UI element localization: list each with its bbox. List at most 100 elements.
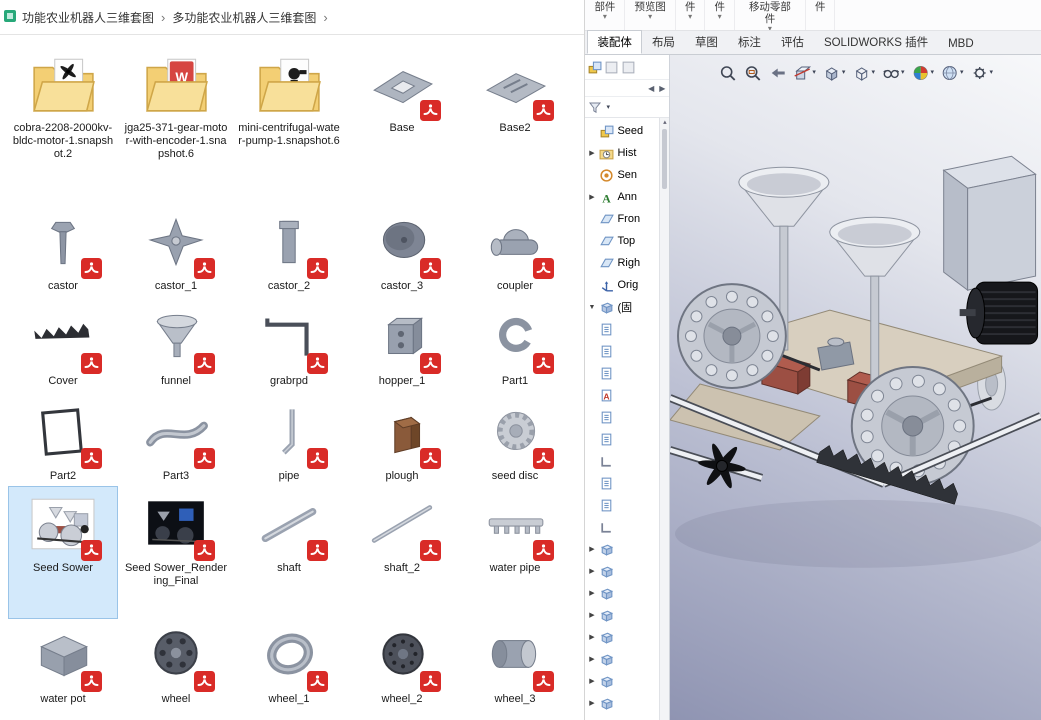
- section-view-icon[interactable]: ▾: [793, 64, 816, 82]
- tree-scrollbar[interactable]: ▴: [659, 118, 669, 720]
- file-item[interactable]: wheel_2: [348, 618, 456, 720]
- expander-icon[interactable]: ▶: [587, 655, 596, 663]
- tree-item[interactable]: [585, 318, 669, 340]
- expander-icon[interactable]: ▶: [587, 611, 596, 619]
- tree-item[interactable]: [585, 406, 669, 428]
- chevron-down-icon[interactable]: ▾: [606, 103, 610, 111]
- file-item[interactable]: hopper_1: [348, 300, 456, 395]
- tree-item[interactable]: [585, 450, 669, 472]
- zoom-area-icon[interactable]: [743, 64, 761, 82]
- ribbon-item-move-component[interactable]: 移动零部件▾: [735, 0, 806, 30]
- file-item[interactable]: plough: [348, 395, 456, 487]
- expander-icon[interactable]: ▶: [587, 545, 596, 553]
- tree-item[interactable]: [585, 340, 669, 362]
- file-item[interactable]: mini-centrifugal-water-pump-1.snapshot.6: [235, 47, 343, 205]
- expander-icon[interactable]: ▶: [587, 699, 596, 707]
- expander-icon[interactable]: ▶: [587, 567, 596, 575]
- tab-mbd[interactable]: MBD: [938, 34, 984, 54]
- property-manager-tab-icon[interactable]: [604, 60, 619, 75]
- file-item[interactable]: Base2: [461, 47, 569, 205]
- tree-item[interactable]: [585, 516, 669, 538]
- file-item[interactable]: Part1: [461, 300, 569, 395]
- hide-show-items-icon[interactable]: ▾: [882, 64, 905, 82]
- file-item[interactable]: Part3: [122, 395, 230, 487]
- file-item[interactable]: Cover: [9, 300, 117, 395]
- tab-sketch[interactable]: 草图: [685, 30, 728, 54]
- display-style-icon[interactable]: ▾: [852, 64, 875, 82]
- tree-item[interactable]: Righ: [585, 252, 669, 274]
- file-item[interactable]: water pot: [9, 618, 117, 720]
- tab-layout[interactable]: 布局: [642, 30, 685, 54]
- scroll-up-icon[interactable]: ▴: [660, 118, 669, 128]
- previous-view-icon[interactable]: [768, 64, 786, 82]
- ribbon-item-preview[interactable]: 预览图▾: [625, 0, 676, 30]
- file-item[interactable]: castor_1: [122, 205, 230, 300]
- file-item[interactable]: cobra-2208-2000kv-bldc-motor-1.snapshot.…: [9, 47, 117, 205]
- file-item[interactable]: Seed Sower_Rendering_Final: [122, 487, 230, 618]
- file-item[interactable]: castor_3: [348, 205, 456, 300]
- file-item[interactable]: wheel_1: [235, 618, 343, 720]
- filter-funnel-icon[interactable]: [588, 100, 603, 115]
- file-item[interactable]: coupler: [461, 205, 569, 300]
- tree-item[interactable]: Orig: [585, 274, 669, 296]
- expander-icon[interactable]: ▶: [587, 149, 596, 157]
- file-item[interactable]: grabrpd: [235, 300, 343, 395]
- tree-item[interactable]: ▶Hist: [585, 142, 669, 164]
- breadcrumb-segment[interactable]: 功能农业机器人三维套图: [22, 9, 154, 26]
- file-item[interactable]: Base: [348, 47, 456, 205]
- tree-item[interactable]: [585, 362, 669, 384]
- zoom-fit-icon[interactable]: [718, 64, 736, 82]
- tab-evaluate[interactable]: 评估: [771, 30, 814, 54]
- file-item[interactable]: castor_2: [235, 205, 343, 300]
- file-item[interactable]: seed disc: [461, 395, 569, 487]
- scrollbar-thumb[interactable]: [662, 129, 667, 189]
- graphics-viewport[interactable]: ▾ ▾ ▾ ▾ ▾ ▾ ▾: [670, 55, 1041, 720]
- tab-markup[interactable]: 标注: [728, 30, 771, 54]
- file-item[interactable]: shaft: [235, 487, 343, 618]
- file-item[interactable]: shaft_2: [348, 487, 456, 618]
- tree-item[interactable]: [585, 428, 669, 450]
- scroll-left-icon[interactable]: ◀: [648, 84, 654, 93]
- file-item[interactable]: castor: [9, 205, 117, 300]
- tree-item[interactable]: ▶: [585, 626, 669, 648]
- ribbon-item-component[interactable]: 部件▾: [585, 0, 625, 30]
- view-orientation-icon[interactable]: ▾: [823, 64, 846, 82]
- tree-item[interactable]: [585, 494, 669, 516]
- tree-item[interactable]: Seed: [585, 120, 669, 142]
- file-item[interactable]: Wjga25-371-gear-motor-with-encoder-1.sna…: [122, 47, 230, 205]
- ribbon-item-item-a[interactable]: 件▾: [676, 0, 706, 30]
- configuration-manager-tab-icon[interactable]: [621, 60, 636, 75]
- tree-item[interactable]: ▶: [585, 560, 669, 582]
- tree-item[interactable]: Top: [585, 230, 669, 252]
- expander-icon[interactable]: ▶: [587, 677, 596, 685]
- breadcrumb-segment[interactable]: 多功能农业机器人三维套图: [172, 9, 316, 26]
- tree-item[interactable]: ▶: [585, 648, 669, 670]
- file-item[interactable]: wheel: [122, 618, 230, 720]
- expander-icon[interactable]: ▶: [587, 193, 596, 201]
- expander-icon[interactable]: ▶: [587, 589, 596, 597]
- scroll-right-icon[interactable]: ▶: [659, 84, 665, 93]
- feature-manager-tab-icon[interactable]: [587, 60, 602, 75]
- tree-item[interactable]: ▶AAnn: [585, 186, 669, 208]
- file-item[interactable]: funnel: [122, 300, 230, 395]
- tree-item[interactable]: Fron: [585, 208, 669, 230]
- tree-item[interactable]: ▶: [585, 604, 669, 626]
- view-settings-icon[interactable]: ▾: [971, 64, 994, 82]
- apply-scene-icon[interactable]: ▾: [941, 64, 964, 82]
- ribbon-item-item-c[interactable]: 件: [806, 0, 836, 30]
- file-item[interactable]: Part2: [9, 395, 117, 487]
- tree-item[interactable]: ▼(固: [585, 296, 669, 318]
- tab-addins[interactable]: SOLIDWORKS 插件: [814, 30, 938, 54]
- edit-appearance-icon[interactable]: ▾: [911, 64, 934, 82]
- tree-item[interactable]: A: [585, 384, 669, 406]
- file-item[interactable]: Seed Sower: [9, 487, 117, 618]
- ribbon-item-item-b[interactable]: 件▾: [705, 0, 735, 30]
- tree-item[interactable]: ▶: [585, 670, 669, 692]
- tree-item[interactable]: ▶: [585, 692, 669, 714]
- file-item[interactable]: water pipe: [461, 487, 569, 618]
- file-item[interactable]: pipe: [235, 395, 343, 487]
- tab-assembly[interactable]: 装配体: [587, 30, 642, 54]
- tree-item[interactable]: ▶: [585, 582, 669, 604]
- tree-item[interactable]: Sen: [585, 164, 669, 186]
- tree-item[interactable]: [585, 472, 669, 494]
